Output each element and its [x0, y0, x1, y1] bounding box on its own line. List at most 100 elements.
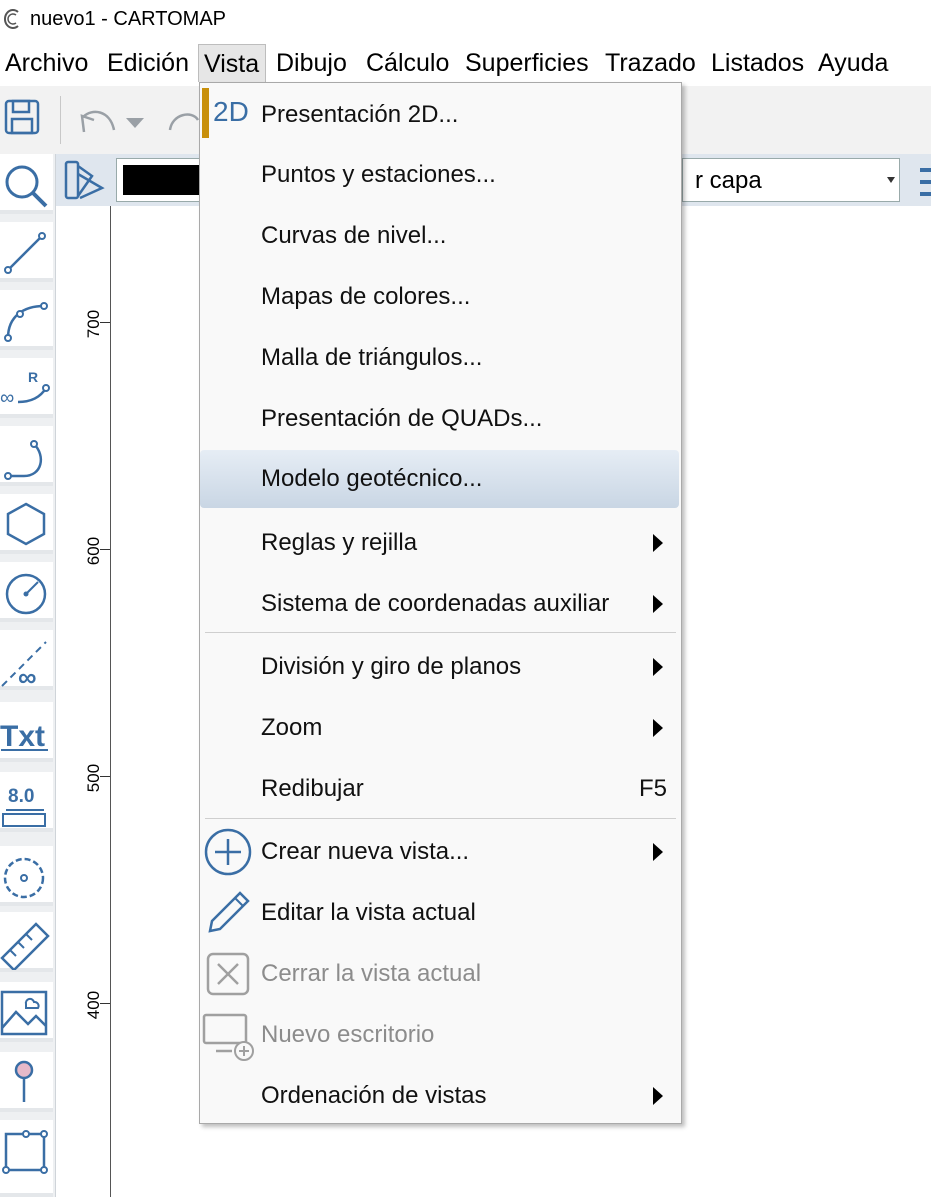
image-icon: [0, 990, 48, 1036]
plus-circle-icon: [204, 828, 252, 876]
ruler-label-400: 400: [84, 990, 103, 1020]
dimension-tool-button[interactable]: 8.0: [0, 772, 53, 832]
menu-item-redibujar[interactable]: Redibujar F5: [200, 760, 681, 818]
pencil-icon: [208, 891, 250, 933]
menu-item-label: Crear nueva vista...: [261, 838, 470, 865]
shortcut-label: F5: [639, 775, 668, 802]
toolbar-separator: [60, 96, 61, 144]
ruler-tick: [100, 322, 110, 323]
layer-select-chevron-icon: [887, 177, 895, 183]
menu-item-puntos-estaciones[interactable]: Puntos y estaciones...: [200, 146, 681, 204]
vertical-ruler: [56, 206, 111, 1197]
menu-item-label: Malla de triángulos...: [261, 344, 483, 371]
menu-item-sistema-coordenadas[interactable]: Sistema de coordenadas auxiliar: [200, 575, 681, 633]
layer-color-swatch: [123, 165, 199, 195]
magnifier-icon: [5, 165, 48, 208]
cloud-tool-button[interactable]: [0, 846, 53, 906]
image-tool-button[interactable]: [0, 982, 53, 1042]
text-tool-button[interactable]: Txt: [0, 702, 53, 762]
hexagon-icon: [6, 502, 46, 546]
menu-item-label: Zoom: [261, 714, 323, 741]
ruler-label-700: 700: [84, 309, 103, 339]
line-tool-button[interactable]: [0, 222, 53, 282]
menu-item-modelo-geotecnico[interactable]: Modelo geotécnico...: [200, 450, 679, 508]
menu-item-ordenacion-vistas[interactable]: Ordenación de vistas: [200, 1067, 681, 1125]
menu-item-cerrar-vista: Cerrar la vista actual: [200, 945, 681, 1003]
menu-ayuda[interactable]: Ayuda: [813, 44, 893, 82]
menu-separator: [205, 818, 676, 819]
infinite-line-tool-button[interactable]: ∞: [0, 630, 53, 690]
circle-radius-icon: [5, 573, 47, 615]
undo-icon[interactable]: [78, 106, 118, 140]
svg-text:∞: ∞: [0, 387, 14, 409]
svg-text:∞: ∞: [18, 662, 37, 688]
svg-text:R: R: [28, 369, 38, 385]
redo-icon[interactable]: [166, 106, 200, 140]
ruler-tick: [100, 1003, 110, 1004]
ruler-label-600: 600: [84, 536, 103, 566]
point-tool-button[interactable]: [0, 1052, 53, 1112]
clothoid-tool-button[interactable]: R ∞: [0, 358, 53, 418]
ruler-tick: [100, 776, 110, 777]
submenu-arrow-icon: [653, 843, 663, 861]
layer-select[interactable]: r capa: [682, 158, 900, 202]
active-indicator-bar: [202, 88, 209, 138]
close-box-icon: [206, 952, 250, 996]
save-icon[interactable]: [4, 99, 40, 135]
arc-icon: [4, 302, 48, 342]
zoom-tool-button[interactable]: [0, 154, 53, 214]
menu-item-division-giro[interactable]: División y giro de planos: [200, 638, 681, 696]
menu-item-label: Mapas de colores...: [261, 283, 471, 310]
menu-item-label: Presentación 2D...: [261, 101, 459, 128]
polygon-tool-button[interactable]: [0, 494, 53, 554]
circle-tool-button[interactable]: [0, 562, 53, 622]
submenu-arrow-icon: [653, 595, 663, 613]
pin-icon: [14, 1060, 34, 1102]
menu-listados[interactable]: Listados: [706, 44, 809, 82]
window-title: nuevo1 - CARTOMAP: [30, 8, 227, 30]
layer-style-icon[interactable]: [62, 158, 106, 202]
menu-item-label: Cerrar la vista actual: [261, 960, 482, 987]
menu-superficies[interactable]: Superficies: [460, 44, 594, 82]
menu-item-editar-vista[interactable]: Editar la vista actual: [200, 884, 681, 942]
menu-separator: [205, 632, 676, 633]
svg-text:8.0: 8.0: [8, 786, 34, 807]
menu-item-reglas-rejilla[interactable]: Reglas y rejilla: [200, 514, 681, 572]
menu-item-zoom[interactable]: Zoom: [200, 699, 681, 757]
menu-item-presentacion-quads[interactable]: Presentación de QUADs...: [200, 390, 681, 448]
menu-item-curvas-nivel[interactable]: Curvas de nivel...: [200, 207, 681, 265]
menu-item-mapas-colores[interactable]: Mapas de colores...: [200, 268, 681, 326]
2d-icon: 2D: [213, 96, 249, 127]
undo-dropdown-chevron-icon[interactable]: [124, 116, 146, 130]
infinite-line-icon: ∞: [1, 641, 47, 688]
menu-item-label: Editar la vista actual: [261, 899, 476, 926]
rectangle-tool-button[interactable]: [0, 1120, 53, 1197]
menu-item-malla-triangulos[interactable]: Malla de triángulos...: [200, 329, 681, 387]
menu-item-label: Nuevo escritorio: [261, 1021, 435, 1048]
cloud-shape-icon: [3, 857, 45, 899]
measure-tool-button[interactable]: [0, 912, 53, 972]
curve-tool-button[interactable]: [0, 426, 53, 486]
menu-calculo[interactable]: Cálculo: [361, 44, 454, 82]
menu-item-label: Modelo geotécnico...: [261, 465, 483, 492]
curve-icon: [4, 440, 43, 480]
menu-edicion[interactable]: Edición: [102, 44, 194, 82]
menu-archivo[interactable]: Archivo: [0, 44, 93, 82]
menu-vista[interactable]: Vista: [198, 44, 266, 82]
clothoid-radius-icon: R ∞: [0, 369, 50, 409]
menu-trazado[interactable]: Trazado: [600, 44, 701, 82]
layer-color-selector[interactable]: [116, 158, 202, 202]
submenu-arrow-icon: [653, 1087, 663, 1105]
submenu-arrow-icon: [653, 658, 663, 676]
line-icon: [4, 232, 46, 274]
rectangle-nodes-icon: [2, 1130, 48, 1174]
text-icon: Txt: [0, 720, 48, 753]
menu-dibujo[interactable]: Dibujo: [271, 44, 352, 82]
menu-item-presentacion-2d[interactable]: 2D Presentación 2D...: [200, 86, 681, 144]
menu-item-label: Reglas y rejilla: [261, 529, 418, 556]
list-view-icon[interactable]: [914, 164, 931, 200]
new-desktop-icon: [202, 1013, 254, 1061]
menu-item-label: Redibujar: [261, 775, 364, 802]
menu-item-crear-nueva-vista[interactable]: Crear nueva vista...: [200, 823, 681, 881]
arc-tool-button[interactable]: [0, 290, 53, 350]
